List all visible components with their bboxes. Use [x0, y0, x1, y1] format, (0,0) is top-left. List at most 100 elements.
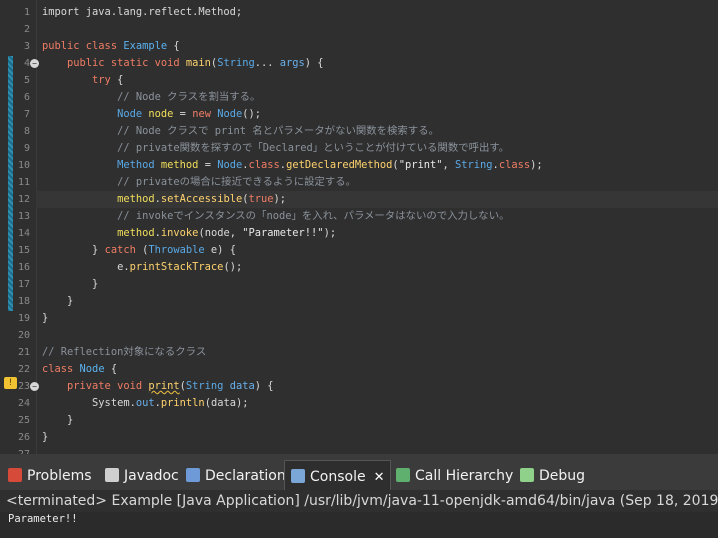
console-output: Parameter!!: [8, 513, 78, 525]
code-line: }: [42, 412, 73, 429]
code-token: // Reflection対象になるクラス: [42, 346, 207, 358]
code-line: // Node クラスを割当する。: [42, 89, 260, 106]
code-line: Node node = new Node();: [42, 106, 261, 123]
code-token: class: [248, 159, 280, 171]
code-token: new: [192, 108, 218, 120]
code-token: {: [104, 363, 118, 375]
line-number: 5: [23, 75, 30, 86]
code-token: Node: [217, 159, 243, 171]
code-line: // private関数を探すので「Declared」ということが付けている関数…: [42, 140, 509, 157]
code-line: }: [42, 293, 73, 310]
code-token: );: [323, 227, 337, 239]
code-token: ,: [442, 159, 455, 171]
code-token: data: [229, 380, 255, 392]
code-token: method: [160, 159, 199, 171]
code-token: method: [117, 193, 155, 205]
console-output-area[interactable]: Parameter!!: [0, 512, 718, 538]
tab-debug[interactable]: Debug: [520, 460, 585, 490]
code-token: );: [273, 193, 287, 205]
line-number: 12: [17, 194, 30, 205]
tab-call-hierarchy[interactable]: Call Hierarchy: [396, 460, 513, 490]
code-line: }: [42, 276, 98, 293]
code-editor[interactable]: ! 1 2 3 4 5 6 7 8 9 10 11 12 13 14 15 16 17 18 19 20 21 22 23 2…: [0, 0, 718, 454]
tab-javadoc[interactable]: Javadoc: [105, 460, 179, 490]
code-token: =: [198, 159, 218, 171]
line-number: 6: [23, 92, 30, 103]
code-token: printStackTrace: [129, 261, 224, 273]
code-token: System.: [42, 397, 136, 409]
code-token: println: [160, 397, 205, 409]
code-line: // invokeでインスタンスの「node」を入れ、パラメータはないので入力し…: [42, 208, 509, 225]
line-number-gutter: ! 1 2 3 4 5 6 7 8 9 10 11 12 13 14 15 16 17 18 19 20 21 22 23 2…: [0, 0, 39, 454]
tab-declaration[interactable]: Declaration: [186, 460, 286, 490]
code-token: Node: [117, 108, 143, 120]
line-number: 11: [17, 177, 30, 188]
javadoc-icon: [105, 468, 119, 482]
code-line: // Reflection対象になるクラス: [42, 344, 206, 361]
code-token: // privateの場合に接近できるように設定する。: [42, 176, 357, 188]
code-line: method.invoke(node, "Parameter!!");: [42, 225, 336, 242]
code-token: Method: [117, 159, 155, 171]
line-number: 27: [0, 446, 30, 454]
code-token: =: [173, 108, 193, 120]
code-token: String: [455, 159, 493, 171]
tab-label: Call Hierarchy: [415, 468, 514, 484]
code-line: try {: [42, 72, 123, 89]
line-number: 14: [17, 228, 30, 239]
problems-icon: [8, 468, 22, 482]
tab-label: Debug: [539, 468, 586, 484]
line-number: 1: [23, 7, 30, 18]
code-token: import java.lang.reflect.Method;: [42, 6, 243, 18]
line-number: 17: [17, 279, 30, 290]
code-line: }: [42, 310, 48, 327]
code-token: ();: [242, 108, 262, 120]
code-token: "print": [398, 159, 443, 171]
code-token: }: [42, 431, 49, 443]
code-token: e) {: [204, 244, 236, 256]
code-token: Node: [79, 363, 105, 375]
code-line: public static void main(String... args) …: [42, 55, 324, 72]
code-token: out: [135, 397, 155, 409]
code-token: );: [530, 159, 543, 171]
tab-problems[interactable]: Problems: [8, 460, 92, 490]
code-token: "Parameter!!": [242, 227, 324, 239]
code-token: public static void: [42, 57, 186, 69]
call-hierarchy-icon: [396, 468, 410, 482]
line-number: 10: [17, 160, 30, 171]
line-number: 9: [23, 143, 30, 154]
code-token: }: [42, 414, 74, 426]
code-token: String: [185, 380, 224, 392]
line-number: 18: [17, 296, 30, 307]
line-number: 2: [23, 24, 30, 35]
line-number: 24: [17, 398, 30, 409]
code-line: public class Example {: [42, 38, 180, 55]
code-line: e.printStackTrace();: [42, 259, 242, 276]
console-icon: [291, 469, 305, 483]
code-token: Example: [123, 40, 168, 52]
fold-toggle-icon[interactable]: −: [30, 382, 39, 391]
line-number: 20: [17, 330, 30, 341]
line-number: 4: [23, 58, 30, 69]
tab-console[interactable]: Console ✕: [284, 460, 392, 491]
tab-label: Console: [310, 469, 366, 485]
code-token: }: [42, 278, 99, 290]
line-number: 3: [23, 41, 30, 52]
fold-toggle-icon[interactable]: −: [30, 59, 39, 68]
code-token: Node: [217, 108, 243, 120]
code-token: String: [217, 57, 255, 69]
line-number: 13: [17, 211, 30, 222]
line-number: 8: [23, 126, 30, 137]
code-line: import java.lang.reflect.Method;: [42, 4, 242, 21]
code-line: System.out.println(data);: [42, 395, 248, 412]
code-token: main: [185, 57, 211, 69]
code-token: // invokeでインスタンスの「node」を入れ、パラメータはないので入力し…: [42, 210, 510, 222]
code-token: (data);: [204, 397, 249, 409]
code-token: // Node クラスを割当する。: [42, 91, 261, 103]
code-token: // Node クラスで print 名とパラメータがない関数を検索する。: [42, 125, 439, 137]
code-token: method: [117, 227, 155, 239]
line-number: 26: [17, 432, 30, 443]
line-number: 7: [23, 109, 30, 120]
